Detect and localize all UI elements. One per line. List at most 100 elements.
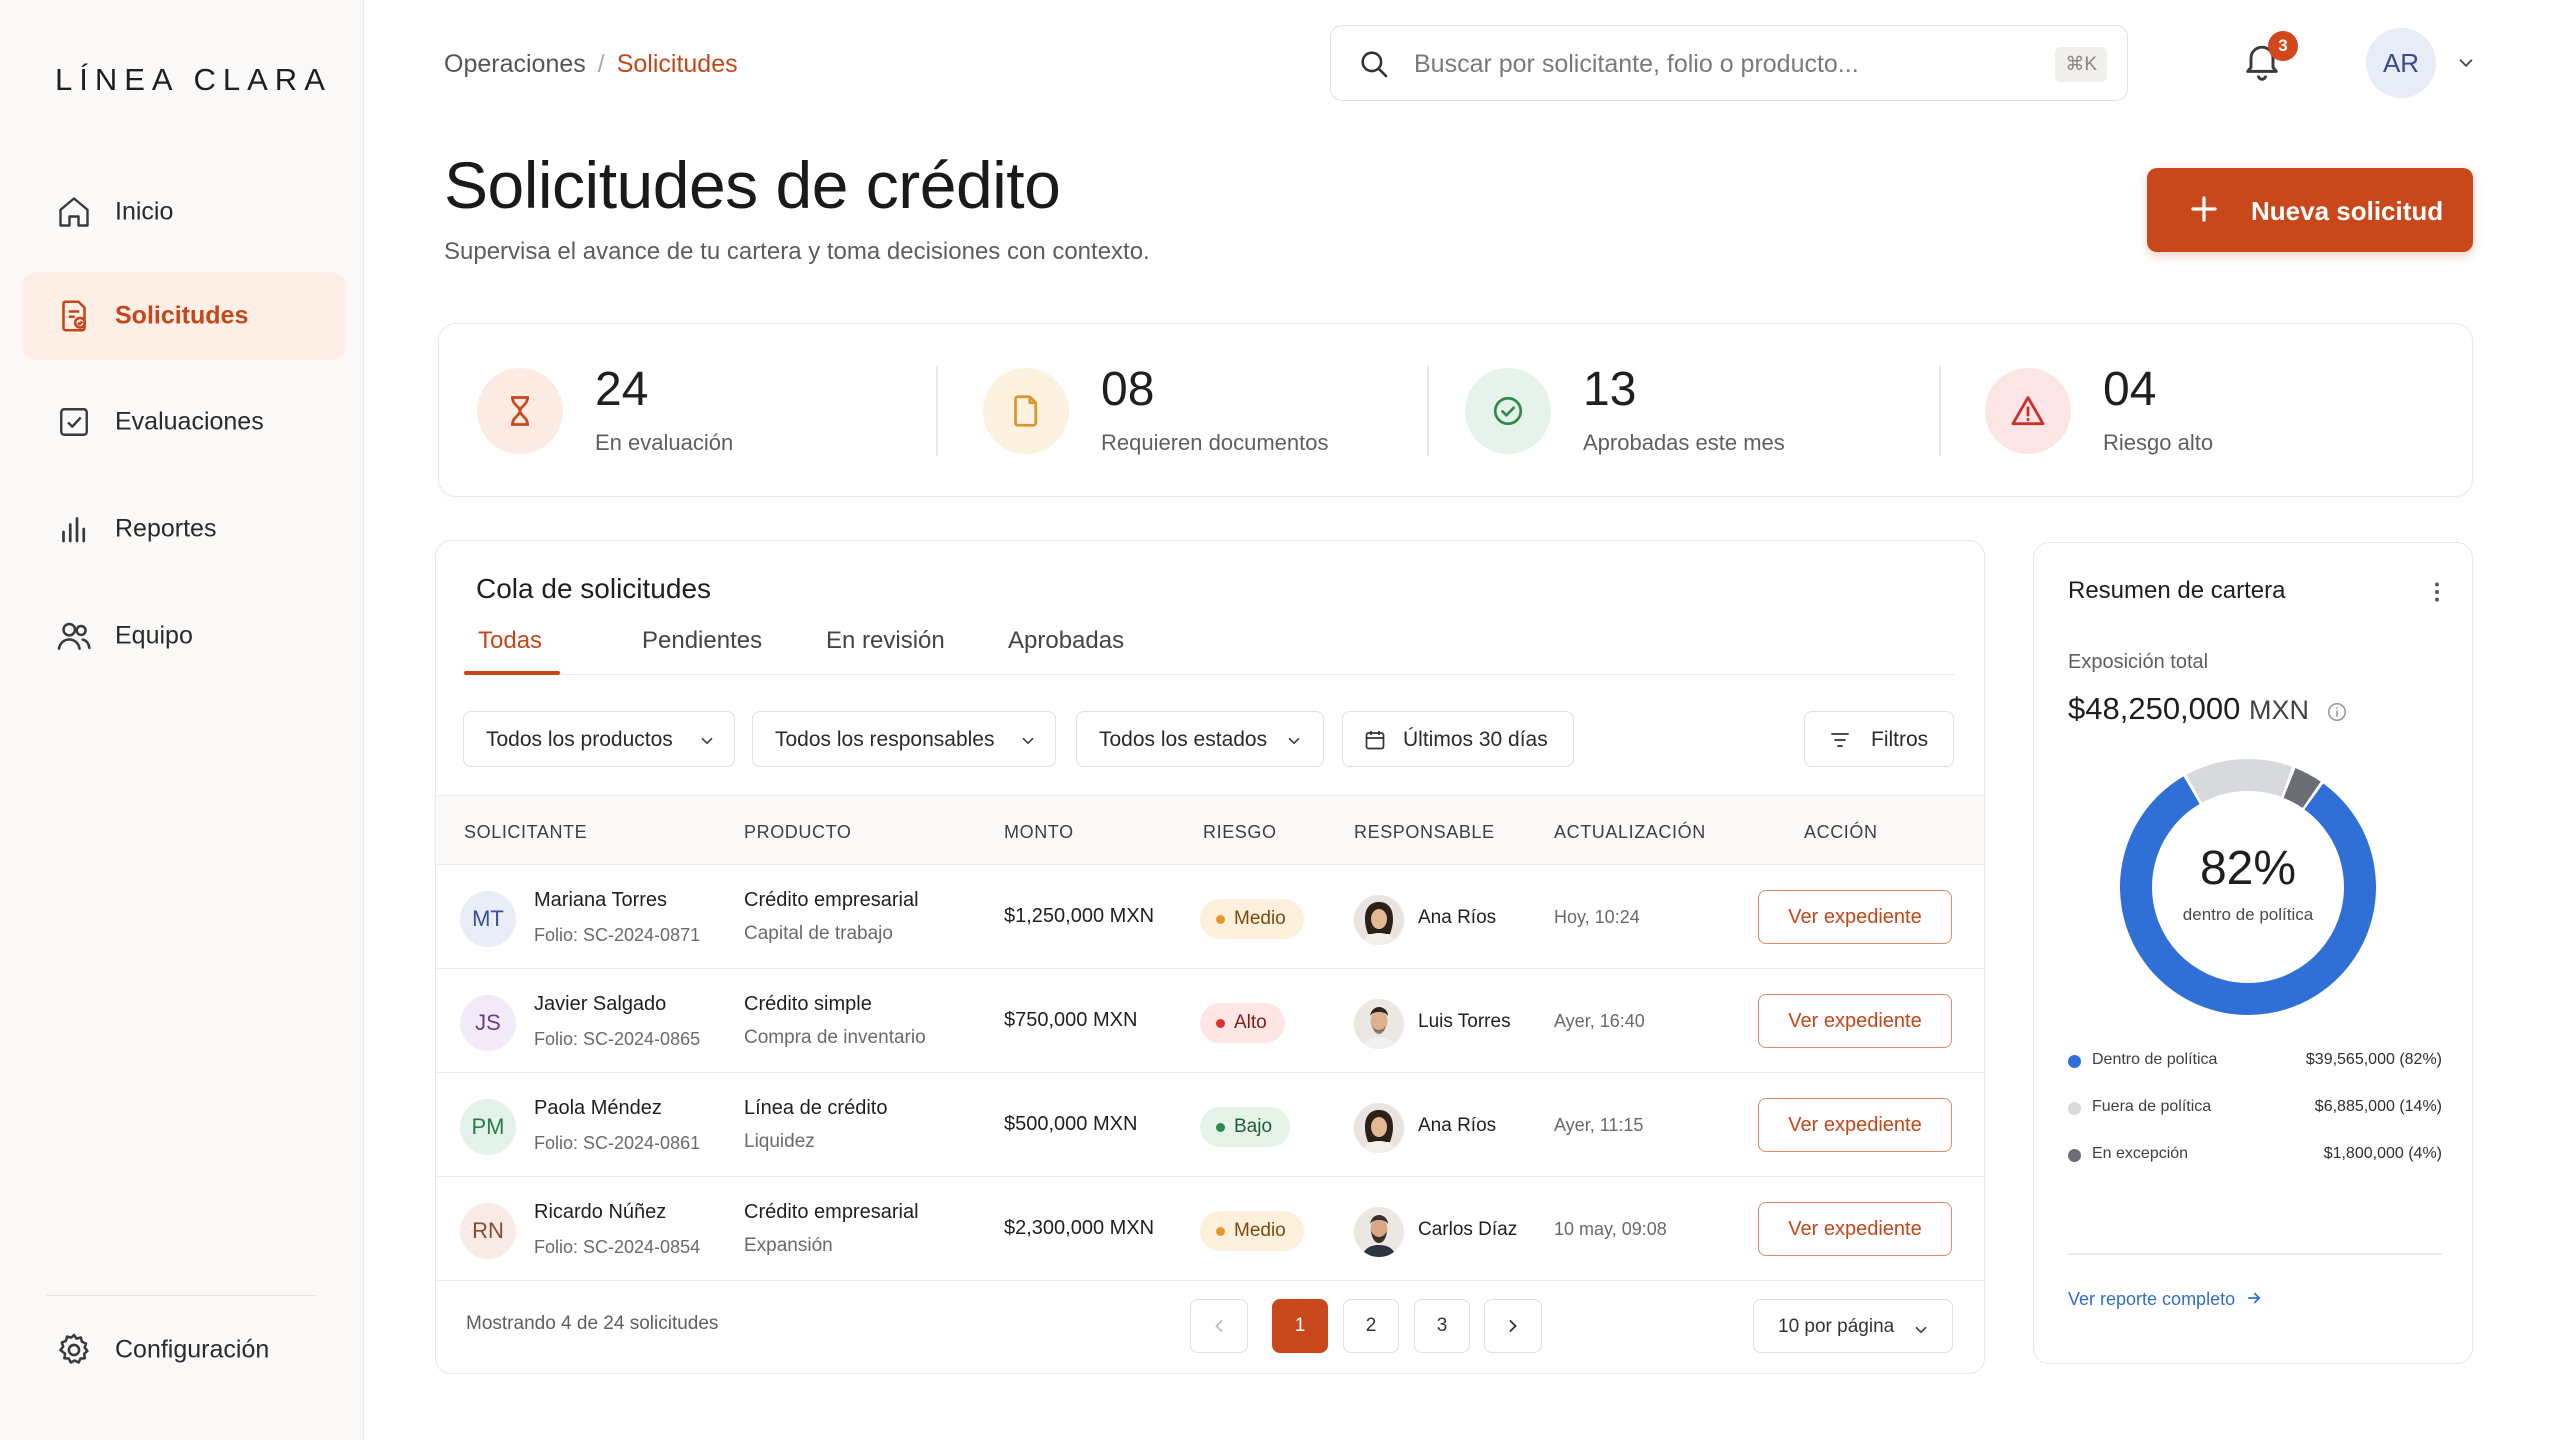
legend-dot: [2068, 1102, 2081, 1115]
new-request-button[interactable]: Nueva solicitud: [2147, 168, 2473, 252]
applicant-avatar: PM: [460, 1099, 516, 1155]
view-file-button[interactable]: Ver expediente: [1758, 1202, 1952, 1256]
updated-at: Hoy, 10:24: [1554, 907, 1640, 927]
sidebar-item-label: Inicio: [115, 197, 174, 226]
prev-page-button[interactable]: [1190, 1299, 1248, 1353]
kpi-divider: [936, 366, 938, 456]
page-2-button[interactable]: 2: [1343, 1299, 1399, 1353]
owner-filter-value: Todos los responsables: [775, 728, 995, 751]
sidebar-item-inicio[interactable]: Inicio: [22, 168, 346, 256]
tab-pendientes[interactable]: Pendientes: [642, 627, 762, 675]
table-row: PM Paola Méndez Folio: SC-2024-0861 Líne…: [436, 1073, 1984, 1177]
owner-filter[interactable]: Todos los responsables: [752, 711, 1056, 767]
owner-name: Ana Ríos: [1418, 907, 1497, 928]
next-page-button[interactable]: [1484, 1299, 1542, 1353]
check-circle-icon: [1465, 368, 1551, 454]
chevron-down-icon: [701, 737, 713, 745]
applicant-name: Ricardo Núñez: [534, 1201, 667, 1223]
bar-chart-icon: [54, 509, 94, 549]
sidebar-item-reportes[interactable]: Reportes: [22, 485, 346, 573]
product-name: Línea de crédito: [744, 1097, 888, 1119]
legend-dot: [2068, 1149, 2081, 1162]
donut-center-label: dentro de política: [2182, 905, 2314, 924]
sidebar-divider: [46, 1295, 316, 1296]
tab-todas[interactable]: Todas: [478, 627, 542, 675]
amount: $500,000 MXN: [1004, 1113, 1138, 1135]
risk-label: Medio: [1234, 908, 1286, 929]
amount: $750,000 MXN: [1004, 1009, 1138, 1031]
warning-icon: [1985, 368, 2071, 454]
brand-logo: LÍNEA CLARA: [55, 62, 332, 97]
sidebar-item-label: Configuración: [115, 1335, 270, 1364]
kpi-value: 08: [1101, 363, 1155, 416]
applicant-name: Mariana Torres: [534, 889, 668, 911]
tab-aprobadas[interactable]: Aprobadas: [1008, 627, 1124, 675]
sidebar-item-configuracion[interactable]: Configuración: [22, 1306, 346, 1394]
avatar: [1354, 999, 1404, 1049]
active-tab-indicator: [464, 671, 560, 675]
legend-dot: [2068, 1055, 2081, 1068]
sidebar-item-label: Evaluaciones: [115, 407, 264, 436]
applicant-name: Javier Salgado: [534, 993, 667, 1015]
breadcrumb-current: Solicitudes: [616, 50, 738, 78]
kpi-value: 24: [595, 363, 649, 416]
sidebar-item-equipo[interactable]: Equipo: [22, 592, 346, 680]
status-filter[interactable]: Todos los estados: [1076, 711, 1324, 767]
updated-at: 10 may, 09:08: [1554, 1219, 1667, 1239]
sidebar-item-solicitudes[interactable]: Solicitudes: [22, 272, 346, 360]
arrow-right-icon: [2248, 1292, 2261, 1304]
per-page-select[interactable]: 10 por página: [1753, 1299, 1953, 1353]
chevron-down-icon: [1288, 737, 1300, 745]
full-report-link[interactable]: Ver reporte completo: [2068, 1289, 2263, 1310]
date-filter-value: Últimos 30 días: [1403, 728, 1548, 751]
exposure-value: $48,250,000: [2068, 691, 2241, 726]
kpi-label: Riesgo alto: [2103, 430, 2214, 455]
amount: $1,250,000 MXN: [1004, 905, 1155, 927]
results-count: Mostrando 4 de 24 solicitudes: [466, 1313, 719, 1334]
per-page-value: 10 por página: [1778, 1316, 1895, 1337]
chevron-down-icon: [1915, 1326, 1927, 1334]
user-avatar[interactable]: AR: [2366, 28, 2436, 98]
filters-button[interactable]: Filtros: [1804, 711, 1954, 767]
full-report-label: Ver reporte completo: [2068, 1289, 2236, 1309]
info-icon[interactable]: [2326, 701, 2348, 728]
hourglass-icon: [477, 368, 563, 454]
sidebar-item-evaluaciones[interactable]: Evaluaciones: [22, 378, 346, 466]
breadcrumb: Operaciones / Solicitudes: [444, 50, 738, 79]
risk-dot: [1216, 915, 1225, 924]
checkbox-icon: [54, 402, 94, 442]
avatar: [1354, 1103, 1404, 1153]
view-file-button[interactable]: Ver expediente: [1758, 890, 1952, 944]
table-row: RN Ricardo Núñez Folio: SC-2024-0854 Cré…: [436, 1177, 1984, 1281]
breadcrumb-parent[interactable]: Operaciones: [444, 50, 586, 78]
view-file-button[interactable]: Ver expediente: [1758, 1098, 1952, 1152]
date-filter[interactable]: Últimos 30 días: [1342, 711, 1574, 767]
applicant-folio: Folio: SC-2024-0865: [534, 1029, 701, 1049]
legend-value: $39,565,000 (82%): [2305, 1051, 2442, 1068]
view-file-button[interactable]: Ver expediente: [1758, 994, 1952, 1048]
legend-name: En excepción: [2092, 1145, 2189, 1162]
tab-en-revision[interactable]: En revisión: [826, 627, 945, 675]
page-1-button[interactable]: 1: [1272, 1299, 1328, 1353]
filters-button-label: Filtros: [1871, 728, 1929, 751]
kpi-divider: [1939, 366, 1941, 456]
risk-badge: Medio: [1200, 899, 1304, 939]
product-filter[interactable]: Todos los productos: [463, 711, 735, 767]
page-3-button[interactable]: 3: [1414, 1299, 1470, 1353]
column-header: ACTUALIZACIÓN: [1554, 822, 1706, 842]
kpi-divider: [1427, 366, 1429, 456]
updated-at: Ayer, 16:40: [1554, 1011, 1645, 1031]
applicant-avatar: JS: [460, 995, 516, 1051]
applicant-folio: Folio: SC-2024-0854: [534, 1237, 701, 1257]
more-options-icon[interactable]: [2424, 579, 2450, 610]
chevron-down-icon[interactable]: [2455, 52, 2477, 79]
amount: $2,300,000 MXN: [1004, 1217, 1155, 1239]
risk-badge: Alto: [1200, 1003, 1285, 1043]
legend-value: $1,800,000 (4%): [2323, 1145, 2442, 1162]
kebab-icon: [2435, 582, 2439, 602]
product-name: Crédito simple: [744, 993, 872, 1015]
search-input[interactable]: Buscar por solicitante, folio o producto…: [1414, 50, 1859, 79]
page-subtitle: Supervisa el avance de tu cartera y toma…: [444, 238, 1150, 265]
search-box[interactable]: Buscar por solicitante, folio o producto…: [1330, 25, 2128, 101]
chevron-right-icon: [1509, 1320, 1517, 1332]
